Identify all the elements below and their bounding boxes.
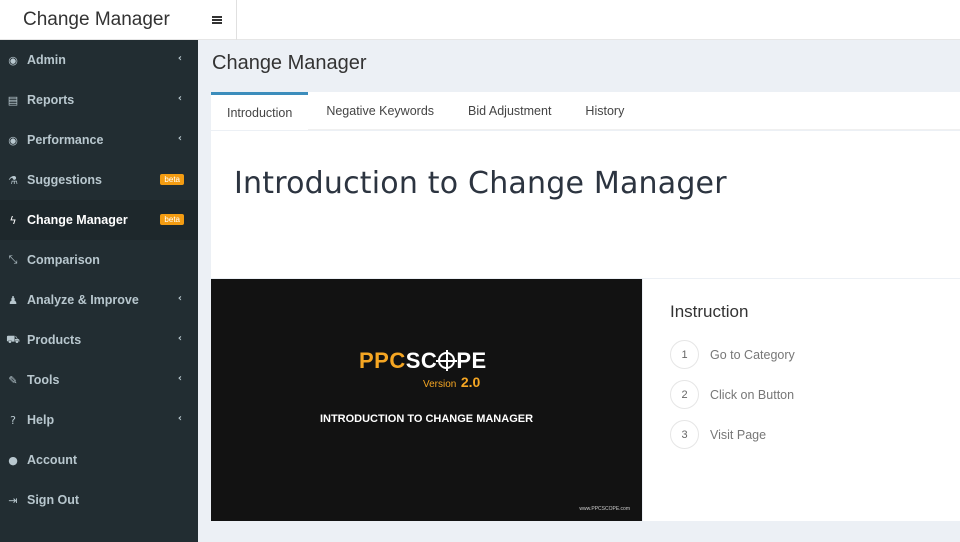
sidebar-item-label: Sign Out <box>27 493 80 507</box>
page-title: Change Manager <box>212 52 367 74</box>
beta-badge: beta <box>160 174 184 185</box>
instruction-title: Instruction <box>670 302 749 321</box>
user-icon: ● <box>8 453 18 467</box>
cart-icon: ⛟ <box>6 332 20 346</box>
step-number: 2 <box>670 380 699 409</box>
version-label: Version 2.0 <box>423 374 481 390</box>
chevron-left-icon: ‹ <box>177 413 182 424</box>
content-footer-strip <box>211 522 960 542</box>
top-navbar <box>198 0 960 40</box>
dashboard-icon: ◉ <box>8 53 18 67</box>
brand-logo[interactable]: Change Manager <box>0 0 198 40</box>
instruction-step: 2 Click on Button <box>670 380 794 409</box>
sidebar-item-label: Account <box>27 453 77 467</box>
crosshair-icon <box>436 350 458 371</box>
sidebar-item-account[interactable]: ● Account <box>0 440 198 480</box>
wrench-icon: ✎ <box>8 373 18 387</box>
sidebar-item-label: Comparison <box>27 253 100 267</box>
sidebar-item-label: Reports <box>27 93 75 107</box>
sidebar-item-tools[interactable]: ✎ Tools ‹ <box>0 360 198 400</box>
user-tie-icon: ♟ <box>8 293 18 307</box>
sidebar-item-comparison[interactable]: ⤡ Comparison <box>0 240 198 280</box>
sidebar-item-analyze-improve[interactable]: ♟ Analyze & Improve ‹ <box>0 280 198 320</box>
sidebar-toggle-button[interactable] <box>198 0 237 40</box>
step-number: 3 <box>670 420 699 449</box>
book-icon: ▤ <box>7 93 19 107</box>
sidebar-item-sign-out[interactable]: ⇥ Sign Out <box>0 480 198 520</box>
step-label: Visit Page <box>710 427 767 442</box>
step-label: Click on Button <box>710 387 795 402</box>
dashboard-icon: ◉ <box>8 133 18 147</box>
sidebar-item-label: Analyze & Improve <box>27 293 139 307</box>
instruction-step: 3 Visit Page <box>670 420 766 449</box>
sidebar-item-help[interactable]: ? Help ‹ <box>0 400 198 440</box>
chevron-left-icon: ‹ <box>177 133 182 144</box>
tab-introduction[interactable]: Introduction <box>211 92 309 130</box>
video-title: INTRODUCTION TO CHANGE MANAGER <box>319 413 534 425</box>
compress-icon: ⤡ <box>8 253 18 266</box>
sidebar-item-suggestions[interactable]: ⚗ Suggestions beta <box>0 160 198 200</box>
tab-history[interactable]: History <box>569 92 640 130</box>
tab-bid-adjustment[interactable]: Bid Adjustment <box>452 92 567 130</box>
sidebar-item-products[interactable]: ⛟ Products ‹ <box>0 320 198 360</box>
sidebar-item-label: Products <box>27 333 82 347</box>
bolt-icon: ϟ <box>9 213 17 227</box>
flask-icon: ⚗ <box>8 173 18 187</box>
question-icon: ? <box>10 413 16 427</box>
tab-bar: Introduction Negative Keywords Bid Adjustm… <box>211 92 960 130</box>
chevron-left-icon: ‹ <box>177 53 182 64</box>
sidebar-item-label: Suggestions <box>27 173 103 187</box>
chevron-left-icon: ‹ <box>177 333 182 344</box>
intro-panel: Introduction to Change Manager <box>211 131 960 278</box>
sidebar-item-label: Performance <box>27 133 104 147</box>
sidebar-item-label: Admin <box>27 53 66 67</box>
video-player[interactable]: PPCSC PE Version 2.0 INTRODUCTION TO CHAN… <box>211 279 642 521</box>
sidebar-item-change-manager[interactable]: ϟ Change Manager beta <box>0 200 198 240</box>
chevron-left-icon: ‹ <box>177 293 182 304</box>
video-url: www.PPCSCOPE.com <box>579 506 630 512</box>
sidebar: ◉ Admin ‹ ▤ Reports ‹ ◉ Performance ‹ ⚗ Suggestion… <box>0 40 198 542</box>
hamburger-icon <box>212 16 222 24</box>
step-number: 1 <box>670 340 699 369</box>
sidebar-item-performance[interactable]: ◉ Performance ‹ <box>0 120 198 160</box>
beta-badge: beta <box>160 214 184 225</box>
sidebar-item-label: Help <box>27 413 55 427</box>
instruction-step: 1 Go to Category <box>670 340 795 369</box>
tab-negative-keywords[interactable]: Negative Keywords <box>310 92 450 130</box>
sidebar-item-label: Change Manager <box>27 213 128 227</box>
intro-heading: Introduction to Change Manager <box>234 166 727 201</box>
sign-out-icon: ⇥ <box>8 493 18 507</box>
sidebar-item-reports[interactable]: ▤ Reports ‹ <box>0 80 198 120</box>
chevron-left-icon: ‹ <box>177 93 182 104</box>
step-label: Go to Category <box>710 347 795 362</box>
sidebar-item-label: Tools <box>27 373 60 387</box>
ppcscope-logo: PPCSC PE <box>359 348 487 373</box>
sidebar-item-admin[interactable]: ◉ Admin ‹ <box>0 40 198 80</box>
chevron-left-icon: ‹ <box>177 373 182 384</box>
instruction-panel: Instruction 1 Go to Category 2 Click on But… <box>643 279 960 521</box>
app-title: Change Manager <box>23 8 170 30</box>
